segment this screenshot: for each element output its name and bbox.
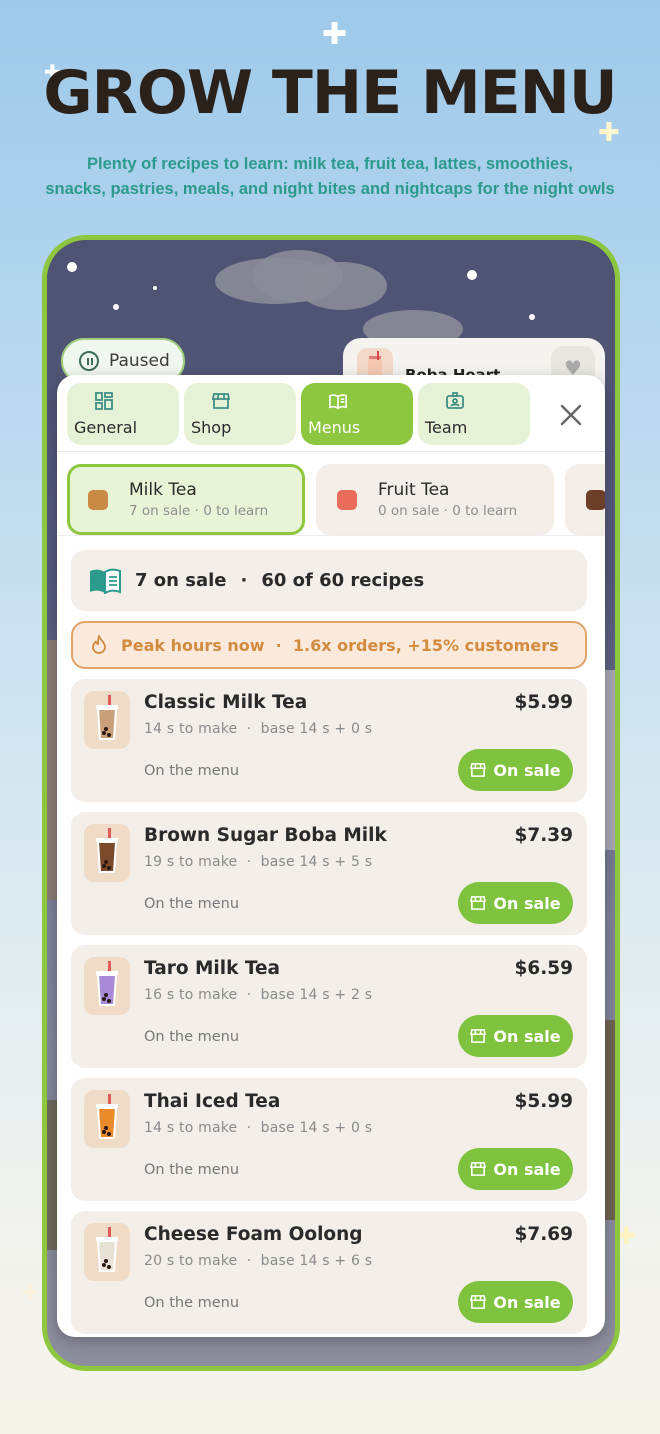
book-icon bbox=[329, 394, 347, 410]
recipe-prep-time: 19 s to make · base 14 s + 5 s bbox=[144, 854, 373, 870]
recipe-name: Taro Milk Tea bbox=[144, 958, 281, 979]
drink-icon bbox=[84, 824, 130, 882]
category-name: Milk Tea bbox=[129, 480, 197, 500]
phone-frame: Paused Boba Heart ♥ General Shop bbox=[42, 235, 620, 1371]
storefront-icon bbox=[212, 393, 230, 409]
drink-icon bbox=[84, 1090, 130, 1148]
recipe-price: $5.99 bbox=[514, 692, 573, 713]
subheadline-line-2: snacks, pastries, meals, and night bites… bbox=[45, 180, 615, 198]
recipe-card[interactable]: Taro Milk Tea $6.59 16 s to make · base 14… bbox=[71, 945, 587, 1068]
panel-tabs: General Shop Menus Team bbox=[67, 383, 597, 445]
tab-label: General bbox=[74, 418, 138, 437]
page-headline: GROW THE MENU bbox=[43, 58, 617, 128]
category-next-partial[interactable] bbox=[565, 464, 605, 535]
on-sale-label: On sale bbox=[493, 760, 561, 780]
on-sale-button[interactable]: On sale bbox=[458, 749, 573, 791]
recipe-name: Cheese Foam Oolong bbox=[144, 1224, 363, 1245]
drink-icon bbox=[84, 1223, 130, 1281]
category-milk-tea[interactable]: Milk Tea 7 on sale · 0 to learn bbox=[67, 464, 305, 535]
dashboard-icon bbox=[95, 392, 113, 410]
close-icon[interactable] bbox=[557, 401, 585, 429]
category-selector: Milk Tea 7 on sale · 0 to learn Fruit Te… bbox=[67, 464, 605, 535]
recipe-status: On the menu bbox=[144, 896, 240, 912]
on-sale-label: On sale bbox=[493, 893, 561, 913]
on-sale-count: 7 on sale bbox=[135, 570, 227, 591]
star-decoration bbox=[467, 270, 477, 280]
category-fruit-tea[interactable]: Fruit Tea 0 on sale · 0 to learn bbox=[316, 464, 554, 535]
recipe-prep-time: 16 s to make · base 14 s + 2 s bbox=[144, 987, 373, 1003]
recipe-status: On the menu bbox=[144, 763, 240, 779]
divider bbox=[57, 451, 605, 452]
storefront-icon bbox=[470, 1162, 487, 1176]
peak-hours-text: Peak hours now · 1.6x orders, +15% custo… bbox=[121, 635, 559, 655]
recipe-count: 60 of 60 recipes bbox=[261, 570, 425, 591]
storefront-icon bbox=[470, 1029, 487, 1043]
pause-icon bbox=[79, 351, 99, 371]
star-decoration bbox=[153, 286, 157, 290]
tab-menus[interactable]: Menus bbox=[301, 383, 413, 445]
menus-panel: General Shop Menus Team Milk Tea 7 on sa… bbox=[57, 375, 605, 1337]
menu-summary: 7 on sale · 60 of 60 recipes bbox=[71, 550, 587, 611]
tab-label: Menus bbox=[308, 418, 361, 437]
star-decoration bbox=[113, 304, 119, 310]
summary-separator: · bbox=[240, 570, 248, 591]
book-icon bbox=[90, 568, 121, 594]
subheadline-line-1: Plenty of recipes to learn: milk tea, fr… bbox=[87, 155, 573, 173]
flame-icon bbox=[92, 635, 106, 654]
sparkle-decoration: ✚ bbox=[22, 1280, 39, 1304]
recipe-status: On the menu bbox=[144, 1029, 240, 1045]
id-badge-icon bbox=[446, 392, 464, 409]
recipe-card[interactable]: Thai Iced Tea $5.99 14 s to make · base 14… bbox=[71, 1078, 587, 1201]
on-sale-button[interactable]: On sale bbox=[458, 882, 573, 924]
category-subtext: 7 on sale · 0 to learn bbox=[129, 503, 269, 519]
on-sale-label: On sale bbox=[493, 1159, 561, 1179]
tab-label: Team bbox=[425, 418, 468, 437]
star-decoration bbox=[67, 262, 77, 272]
storefront-icon bbox=[470, 1295, 487, 1309]
recipe-price: $7.69 bbox=[514, 1224, 573, 1245]
on-sale-button[interactable]: On sale bbox=[458, 1015, 573, 1057]
tab-team[interactable]: Team bbox=[418, 383, 530, 445]
on-sale-label: On sale bbox=[493, 1026, 561, 1046]
tab-label: Shop bbox=[191, 418, 232, 437]
recipe-name: Thai Iced Tea bbox=[144, 1091, 281, 1112]
milk-tea-swatch-icon bbox=[88, 490, 108, 510]
recipe-name: Classic Milk Tea bbox=[144, 692, 308, 713]
on-sale-button[interactable]: On sale bbox=[458, 1148, 573, 1190]
recipe-card[interactable]: Cheese Foam Oolong $7.69 20 s to make · ba… bbox=[71, 1211, 587, 1334]
recipe-price: $6.59 bbox=[514, 958, 573, 979]
tab-shop[interactable]: Shop bbox=[184, 383, 296, 445]
recipe-name: Brown Sugar Boba Milk bbox=[144, 825, 387, 846]
peak-hours-banner: Peak hours now · 1.6x orders, +15% custo… bbox=[71, 621, 587, 669]
fruit-tea-swatch-icon bbox=[337, 490, 357, 510]
recipe-prep-time: 14 s to make · base 14 s + 0 s bbox=[144, 721, 373, 737]
recipe-prep-time: 20 s to make · base 14 s + 6 s bbox=[144, 1253, 373, 1269]
on-sale-button[interactable]: On sale bbox=[458, 1281, 573, 1323]
star-decoration bbox=[529, 314, 535, 320]
on-sale-label: On sale bbox=[493, 1292, 561, 1312]
recipe-price: $5.99 bbox=[514, 1091, 573, 1112]
category-swatch-icon bbox=[586, 490, 605, 510]
cloud-decoration bbox=[297, 262, 387, 310]
recipe-card[interactable]: Classic Milk Tea $5.99 14 s to make · base… bbox=[71, 679, 587, 802]
building-decoration bbox=[603, 1020, 615, 1220]
storefront-icon bbox=[470, 896, 487, 910]
drink-icon bbox=[84, 957, 130, 1015]
category-name: Fruit Tea bbox=[378, 480, 450, 500]
paused-label: Paused bbox=[109, 351, 170, 371]
drink-icon bbox=[84, 691, 130, 749]
divider bbox=[57, 535, 605, 536]
recipe-status: On the menu bbox=[144, 1295, 240, 1311]
recipe-prep-time: 14 s to make · base 14 s + 0 s bbox=[144, 1120, 373, 1136]
page-subheadline: Plenty of recipes to learn: milk tea, fr… bbox=[0, 152, 660, 202]
storefront-icon bbox=[470, 763, 487, 777]
tab-general[interactable]: General bbox=[67, 383, 179, 445]
building-decoration bbox=[605, 670, 615, 850]
recipe-price: $7.39 bbox=[514, 825, 573, 846]
recipe-card[interactable]: Brown Sugar Boba Milk $7.39 19 s to make ·… bbox=[71, 812, 587, 935]
category-subtext: 0 on sale · 0 to learn bbox=[378, 503, 518, 519]
recipe-status: On the menu bbox=[144, 1162, 240, 1178]
sparkle-decoration: ✚ bbox=[322, 17, 348, 52]
